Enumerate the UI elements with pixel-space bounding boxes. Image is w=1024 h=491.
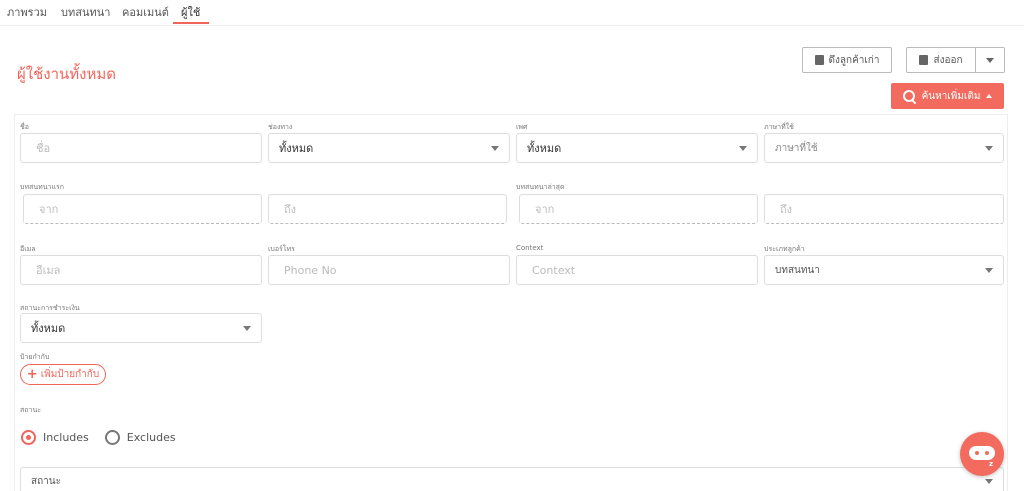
context-label: Context (516, 244, 544, 252)
channel-value: ทั้งหมด (279, 142, 314, 155)
customer-type-label: ประเภทลูกค้า (764, 245, 805, 253)
last-chat-to-input[interactable]: ถึง (764, 194, 1004, 224)
chevron-down-icon (491, 145, 499, 151)
chevron-down-icon (739, 145, 747, 151)
language-select[interactable]: ภาษาที่ใช้ (764, 133, 1004, 163)
payment-status-value: ทั้งหมด (31, 322, 66, 335)
gender-select[interactable]: ทั้งหมด (516, 133, 758, 163)
sleep-z-icon: z (989, 460, 994, 468)
status-select-value: สถานะ (31, 475, 61, 487)
email-input[interactable]: อีเมล (20, 255, 262, 285)
chevron-down-icon (985, 267, 993, 273)
page-title: ผู้ใช้งานทั้งหมด (17, 65, 117, 83)
chevron-down-icon (985, 478, 993, 484)
email-label: อีเมล (20, 245, 36, 253)
last-chat-from-input[interactable]: จาก (519, 194, 758, 224)
nav-tabs: ภาพรวม บทสนทนา คอมเมนต์ ผู้ใช้ (0, 0, 1024, 26)
status-select[interactable]: สถานะ (20, 467, 1004, 491)
import-label: ดึงลูกค้าเก่า (828, 54, 880, 66)
includes-label: Includes (43, 431, 89, 444)
add-tag-label: เพิ่มป้ายกำกับ (40, 369, 100, 380)
search-more-button[interactable]: ค้นหาเพิ่มเติม (891, 83, 1004, 109)
channel-label: ช่องทาง (268, 123, 293, 131)
channel-select[interactable]: ทั้งหมด (268, 133, 510, 163)
active-tab-indicator (173, 22, 209, 24)
chevron-up-icon (986, 94, 993, 98)
import-icon (814, 55, 824, 65)
robot-icon (969, 446, 995, 460)
name-label: ชื่อ (20, 123, 29, 131)
last-chat-label: บทสนทนาล่าสุด (516, 183, 565, 191)
payment-status-select[interactable]: ทั้งหมด (20, 313, 262, 343)
gender-value: ทั้งหมด (527, 142, 562, 155)
customer-type-select[interactable]: บทสนทนา (764, 255, 1004, 285)
plus-icon: + (26, 367, 38, 382)
language-value: ภาษาที่ใช้ (775, 142, 818, 154)
export-icon (919, 55, 929, 65)
first-chat-from-input[interactable]: จาก (23, 194, 262, 224)
tags-label: ป้ายกำกับ (20, 353, 50, 361)
tab-conversations[interactable]: บทสนทนา (61, 3, 110, 21)
includes-radio[interactable] (21, 430, 36, 445)
chevron-down-icon (986, 57, 994, 63)
import-old-customers-button[interactable]: ดึงลูกค้าเก่า (802, 47, 892, 73)
export-label: ส่งออก (933, 54, 963, 66)
customer-type-value: บทสนทนา (775, 264, 820, 276)
search-icon (902, 89, 916, 103)
gender-label: เพศ (516, 123, 528, 131)
status-mode-radio-group: Includes Excludes (21, 430, 176, 445)
add-tag-button[interactable]: + เพิ่มป้ายกำกับ (20, 364, 106, 385)
tab-comments[interactable]: คอมเมนต์ (122, 3, 169, 21)
chevron-down-icon (985, 145, 993, 151)
tab-users[interactable]: ผู้ใช้ (181, 3, 200, 21)
status-label: สถานะ (20, 406, 41, 414)
name-input[interactable]: ชื่อ (20, 133, 262, 163)
phone-label: เบอร์โทร (268, 245, 295, 253)
excludes-label: Excludes (126, 431, 176, 444)
chevron-down-icon (243, 325, 251, 331)
language-label: ภาษาที่ใช้ (764, 123, 794, 131)
tab-overview[interactable]: ภาพรวม (7, 3, 47, 21)
context-input[interactable]: Context (516, 255, 758, 285)
excludes-radio[interactable] (104, 430, 120, 445)
export-button[interactable]: ส่งออก (906, 47, 976, 73)
chatbot-launcher[interactable]: z (960, 432, 1004, 476)
phone-input[interactable]: Phone No (268, 255, 510, 285)
search-more-label: ค้นหาเพิ่มเติม (921, 90, 981, 102)
first-chat-to-input[interactable]: ถึง (268, 194, 507, 224)
first-chat-label: บทสนทนาแรก (20, 183, 64, 191)
export-dropdown-button[interactable] (976, 47, 1005, 73)
